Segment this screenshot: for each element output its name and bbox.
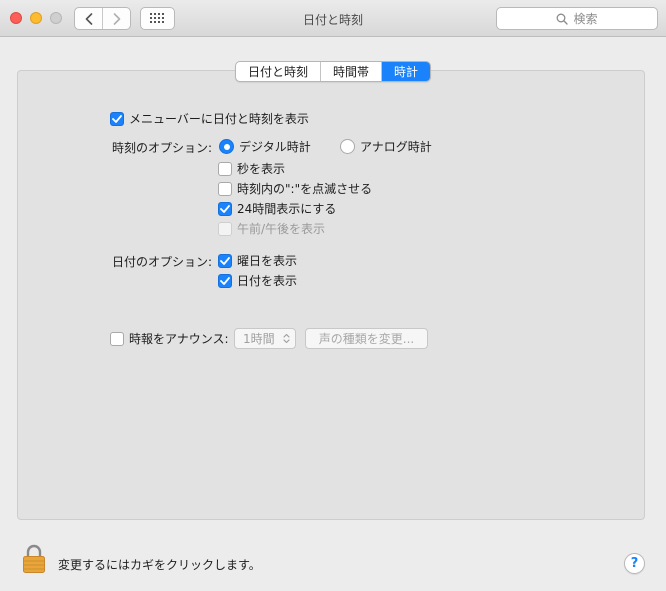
tab-bar: 日付と時刻 時間帯 時計 [235, 61, 432, 82]
checkmark-icon [220, 276, 230, 285]
show-day-checkbox[interactable] [218, 253, 232, 268]
checkmark-icon [220, 256, 230, 265]
show-seconds-row: 秒を表示 [218, 160, 285, 177]
time-options-label: 時刻のオプション: [111, 141, 212, 155]
tab-clock[interactable]: 時計 [382, 62, 431, 81]
tab-time-zone[interactable]: 時間帯 [321, 62, 383, 81]
announce-checkbox[interactable] [110, 331, 124, 346]
use-24-hour-label: 24時間表示にする [237, 202, 337, 216]
show-date-label: 日付を表示 [237, 274, 298, 288]
analog-clock-row: アナログ時計 [340, 138, 432, 155]
checkmark-icon [112, 114, 122, 123]
show-date-row: 日付を表示 [218, 272, 297, 289]
announce-interval-value: 1時間 [243, 332, 275, 346]
show-day-row: 曜日を表示 [218, 252, 297, 269]
search-field[interactable]: 検索 [496, 7, 658, 30]
search-icon [557, 13, 569, 25]
flash-separators-label: 時刻内の":"を点滅させる [237, 182, 373, 196]
search-placeholder: 検索 [573, 12, 598, 26]
announce-row: 時報をアナウンス: [110, 330, 229, 347]
use-24-hour-checkbox[interactable] [218, 201, 232, 216]
tab-date-time[interactable]: 日付と時刻 [236, 62, 322, 81]
show-date-checkbox[interactable] [218, 273, 232, 288]
show-seconds-checkbox[interactable] [218, 161, 232, 176]
flash-separators-checkbox[interactable] [218, 181, 232, 196]
menubar-option-row: メニューバーに日付と時刻を表示 [110, 110, 309, 127]
analog-clock-label: アナログ時計 [360, 140, 432, 154]
show-day-label: 曜日を表示 [237, 254, 298, 268]
digital-clock-row: デジタル時計 [219, 138, 311, 155]
menubar-label: メニューバーに日付と時刻を表示 [129, 112, 309, 126]
announce-interval-select[interactable]: 1時間 [234, 328, 296, 349]
show-seconds-label: 秒を表示 [237, 162, 286, 176]
checkmark-icon [220, 204, 230, 213]
lock-icon[interactable] [22, 544, 46, 577]
digital-clock-radio[interactable] [219, 139, 234, 154]
menubar-checkbox[interactable] [110, 111, 124, 126]
flash-separators-row: 時刻内の":"を点滅させる [218, 180, 372, 197]
date-options-label: 日付のオプション: [111, 255, 212, 269]
lock-message: 変更するにはカギをクリックします。 [58, 558, 261, 572]
show-ampm-checkbox[interactable] [218, 221, 232, 236]
updown-chevron-icon [283, 333, 290, 344]
digital-clock-label: デジタル時計 [239, 140, 311, 154]
use-24-hour-row: 24時間表示にする [218, 200, 336, 217]
change-voice-button[interactable]: 声の種類を変更... [305, 328, 428, 349]
announce-label: 時報をアナウンス: [129, 332, 229, 346]
show-ampm-row: 午前/午後を表示 [218, 220, 325, 237]
show-ampm-label: 午前/午後を表示 [237, 222, 326, 236]
clock-settings-panel [17, 70, 645, 520]
title-bar: 日付と時刻 検索 [0, 0, 666, 37]
analog-clock-radio[interactable] [340, 139, 355, 154]
help-button[interactable]: ? [624, 553, 645, 574]
